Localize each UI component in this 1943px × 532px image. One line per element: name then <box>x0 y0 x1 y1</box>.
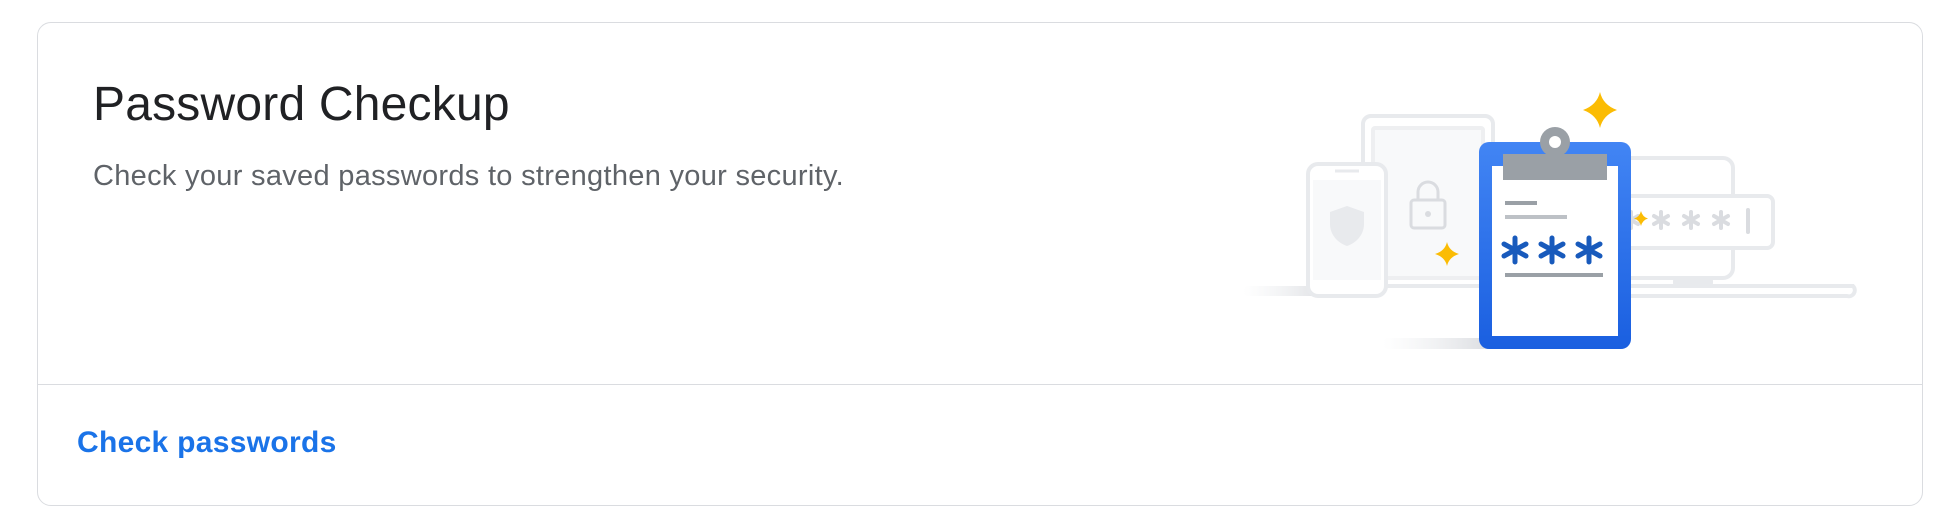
card-divider <box>38 384 1922 385</box>
card-description: Check your saved passwords to strengthen… <box>93 160 844 192</box>
card-header: Password Checkup Check your saved passwo… <box>38 23 1922 384</box>
card-title: Password Checkup <box>93 78 510 131</box>
clipboard-icon <box>1479 127 1631 349</box>
password-checkup-card: Password Checkup Check your saved passwo… <box>37 22 1923 506</box>
sparkle-icon <box>1583 92 1617 128</box>
password-checkup-illustration <box>1243 92 1857 349</box>
phone-icon <box>1306 162 1388 298</box>
floor-shadow-center <box>1383 338 1493 349</box>
check-passwords-link[interactable]: Check passwords <box>77 426 337 460</box>
